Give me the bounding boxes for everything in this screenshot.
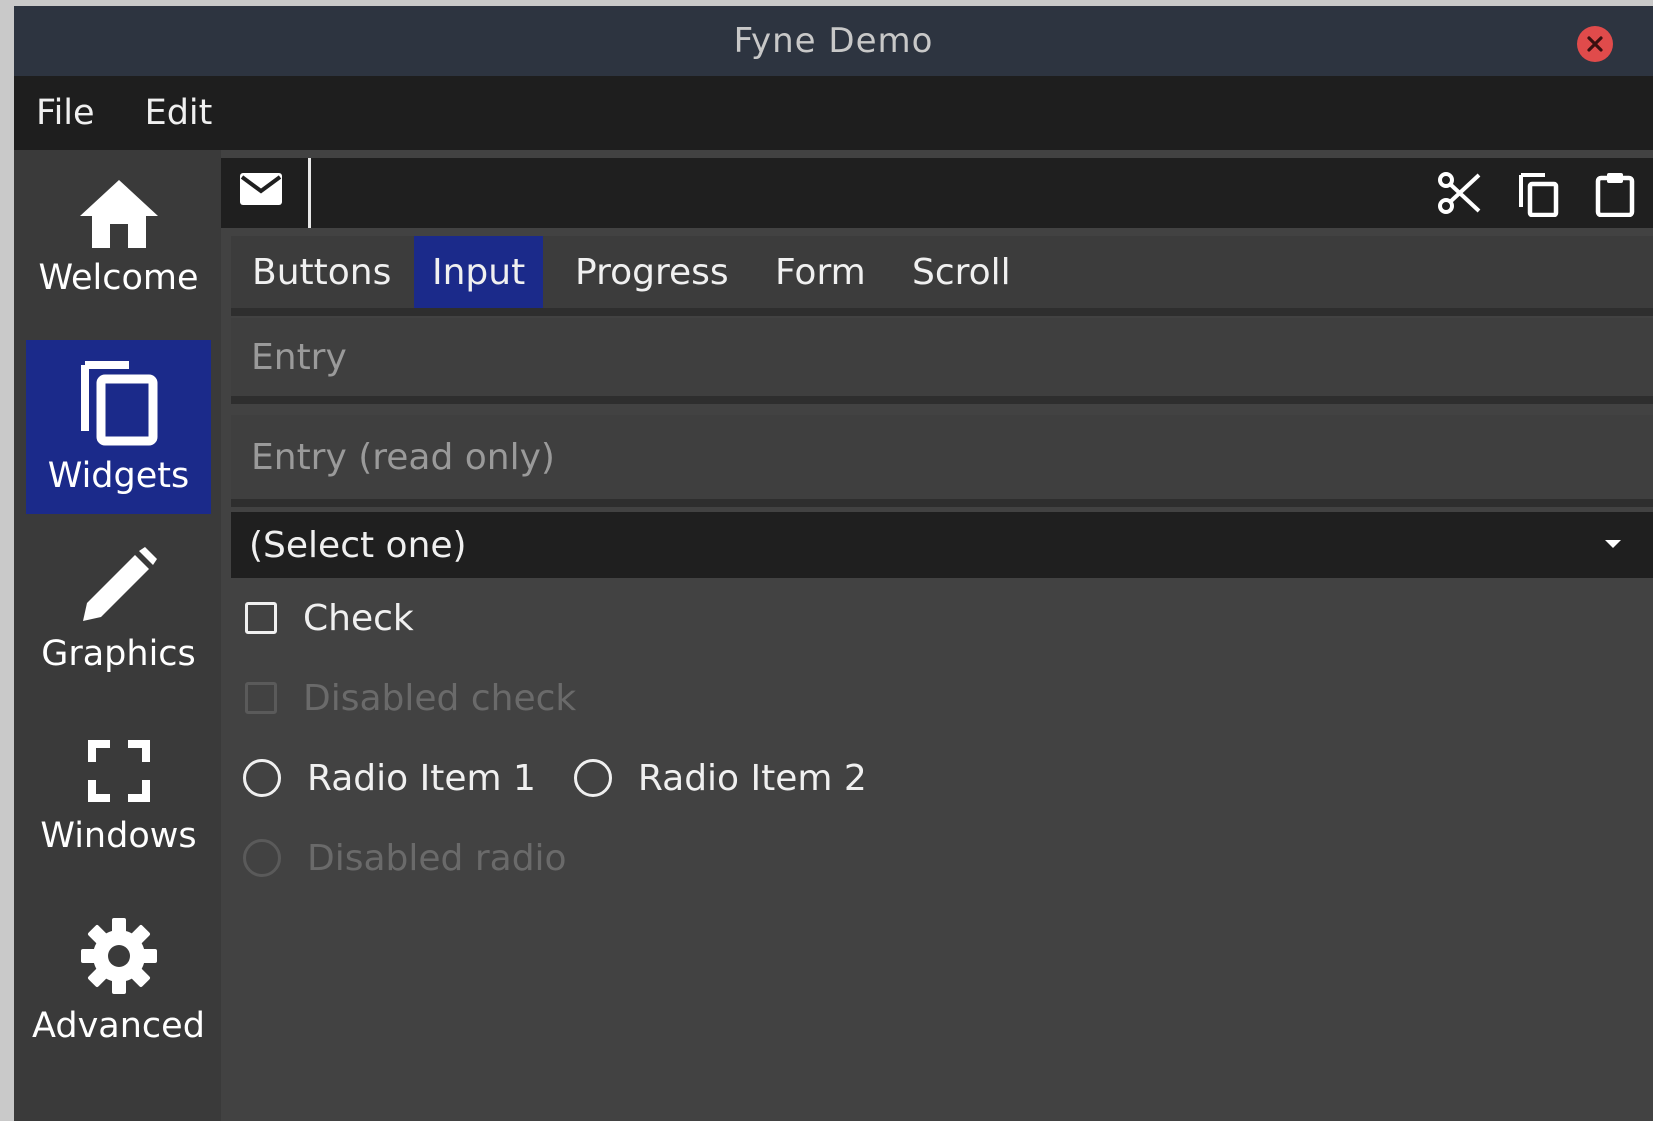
radio-button-2[interactable] bbox=[573, 759, 612, 797]
home-icon bbox=[79, 180, 158, 248]
disabled-check-row: Disabled check bbox=[245, 668, 576, 728]
tab-scroll[interactable]: Scroll bbox=[894, 236, 1029, 308]
sidebar: Welcome Widgets Graphics Windows Advance… bbox=[14, 150, 221, 1121]
radio-button-1[interactable] bbox=[243, 759, 281, 797]
disabled-radio-button bbox=[243, 839, 281, 877]
disabled-checkbox bbox=[245, 682, 277, 714]
select-value: (Select one) bbox=[249, 524, 467, 566]
mail-button[interactable] bbox=[239, 171, 283, 207]
menu-file[interactable]: File bbox=[14, 93, 120, 133]
sidebar-item-label: Graphics bbox=[41, 634, 196, 674]
checkbox[interactable] bbox=[245, 602, 277, 634]
close-button[interactable] bbox=[1577, 26, 1613, 62]
select-dropdown[interactable]: (Select one) bbox=[231, 512, 1653, 578]
sidebar-item-advanced[interactable]: Advanced bbox=[26, 910, 211, 1060]
sidebar-item-welcome[interactable]: Welcome bbox=[26, 174, 211, 324]
check-row[interactable]: Check bbox=[245, 588, 414, 648]
sidebar-item-windows[interactable]: Windows bbox=[26, 730, 211, 880]
sidebar-item-label: Windows bbox=[40, 816, 197, 856]
app-window: Fyne Demo File Edit Welcome Widgets Grap… bbox=[14, 6, 1653, 1121]
disabled-check-label: Disabled check bbox=[303, 677, 577, 719]
sidebar-item-label: Welcome bbox=[38, 258, 199, 298]
copy-icon bbox=[80, 361, 157, 446]
close-icon bbox=[1587, 36, 1603, 52]
tab-progress[interactable]: Progress bbox=[557, 236, 747, 308]
copy-icon bbox=[1519, 173, 1559, 217]
entry-readonly-placeholder: Entry (read only) bbox=[251, 436, 555, 478]
chevron-down-icon bbox=[1605, 540, 1621, 548]
sidebar-item-widgets[interactable]: Widgets bbox=[26, 340, 211, 514]
fullscreen-icon bbox=[87, 740, 150, 802]
toolbar bbox=[221, 158, 1653, 228]
tab-buttons[interactable]: Buttons bbox=[234, 236, 409, 308]
sidebar-item-label: Widgets bbox=[47, 456, 190, 496]
menu-bar: File Edit bbox=[14, 76, 1653, 150]
copy-button[interactable] bbox=[1517, 171, 1559, 217]
sidebar-item-graphics[interactable]: Graphics bbox=[26, 540, 211, 700]
tab-input[interactable]: Input bbox=[414, 236, 544, 308]
toolbar-separator bbox=[308, 158, 311, 228]
sidebar-item-label: Advanced bbox=[32, 1006, 205, 1046]
radio-group: Radio Item 1 Radio Item 2 bbox=[243, 748, 867, 808]
check-label: Check bbox=[303, 597, 414, 639]
entry-readonly-field[interactable]: Entry (read only) bbox=[231, 415, 1653, 507]
disabled-radio-row: Disabled radio bbox=[243, 828, 567, 888]
tab-form[interactable]: Form bbox=[757, 236, 884, 308]
paste-button[interactable] bbox=[1595, 171, 1635, 217]
radio-label-1[interactable]: Radio Item 1 bbox=[307, 758, 536, 799]
cut-button[interactable] bbox=[1437, 171, 1481, 215]
paste-icon bbox=[1595, 173, 1635, 217]
tab-bar: Buttons Input Progress Form Scroll bbox=[231, 236, 1653, 316]
window-title: Fyne Demo bbox=[733, 21, 934, 61]
pencil-icon bbox=[82, 547, 157, 621]
mail-icon bbox=[240, 173, 282, 205]
title-bar[interactable]: Fyne Demo bbox=[14, 6, 1653, 76]
disabled-radio-label: Disabled radio bbox=[307, 837, 567, 879]
radio-label-2[interactable]: Radio Item 2 bbox=[638, 758, 867, 799]
gear-icon bbox=[80, 918, 157, 994]
cut-icon bbox=[1438, 172, 1481, 214]
entry-field[interactable]: Entry bbox=[231, 318, 1653, 404]
entry-placeholder: Entry bbox=[251, 336, 347, 378]
menu-edit[interactable]: Edit bbox=[120, 93, 238, 133]
main-content: Buttons Input Progress Form Scroll Entry… bbox=[221, 150, 1653, 1121]
